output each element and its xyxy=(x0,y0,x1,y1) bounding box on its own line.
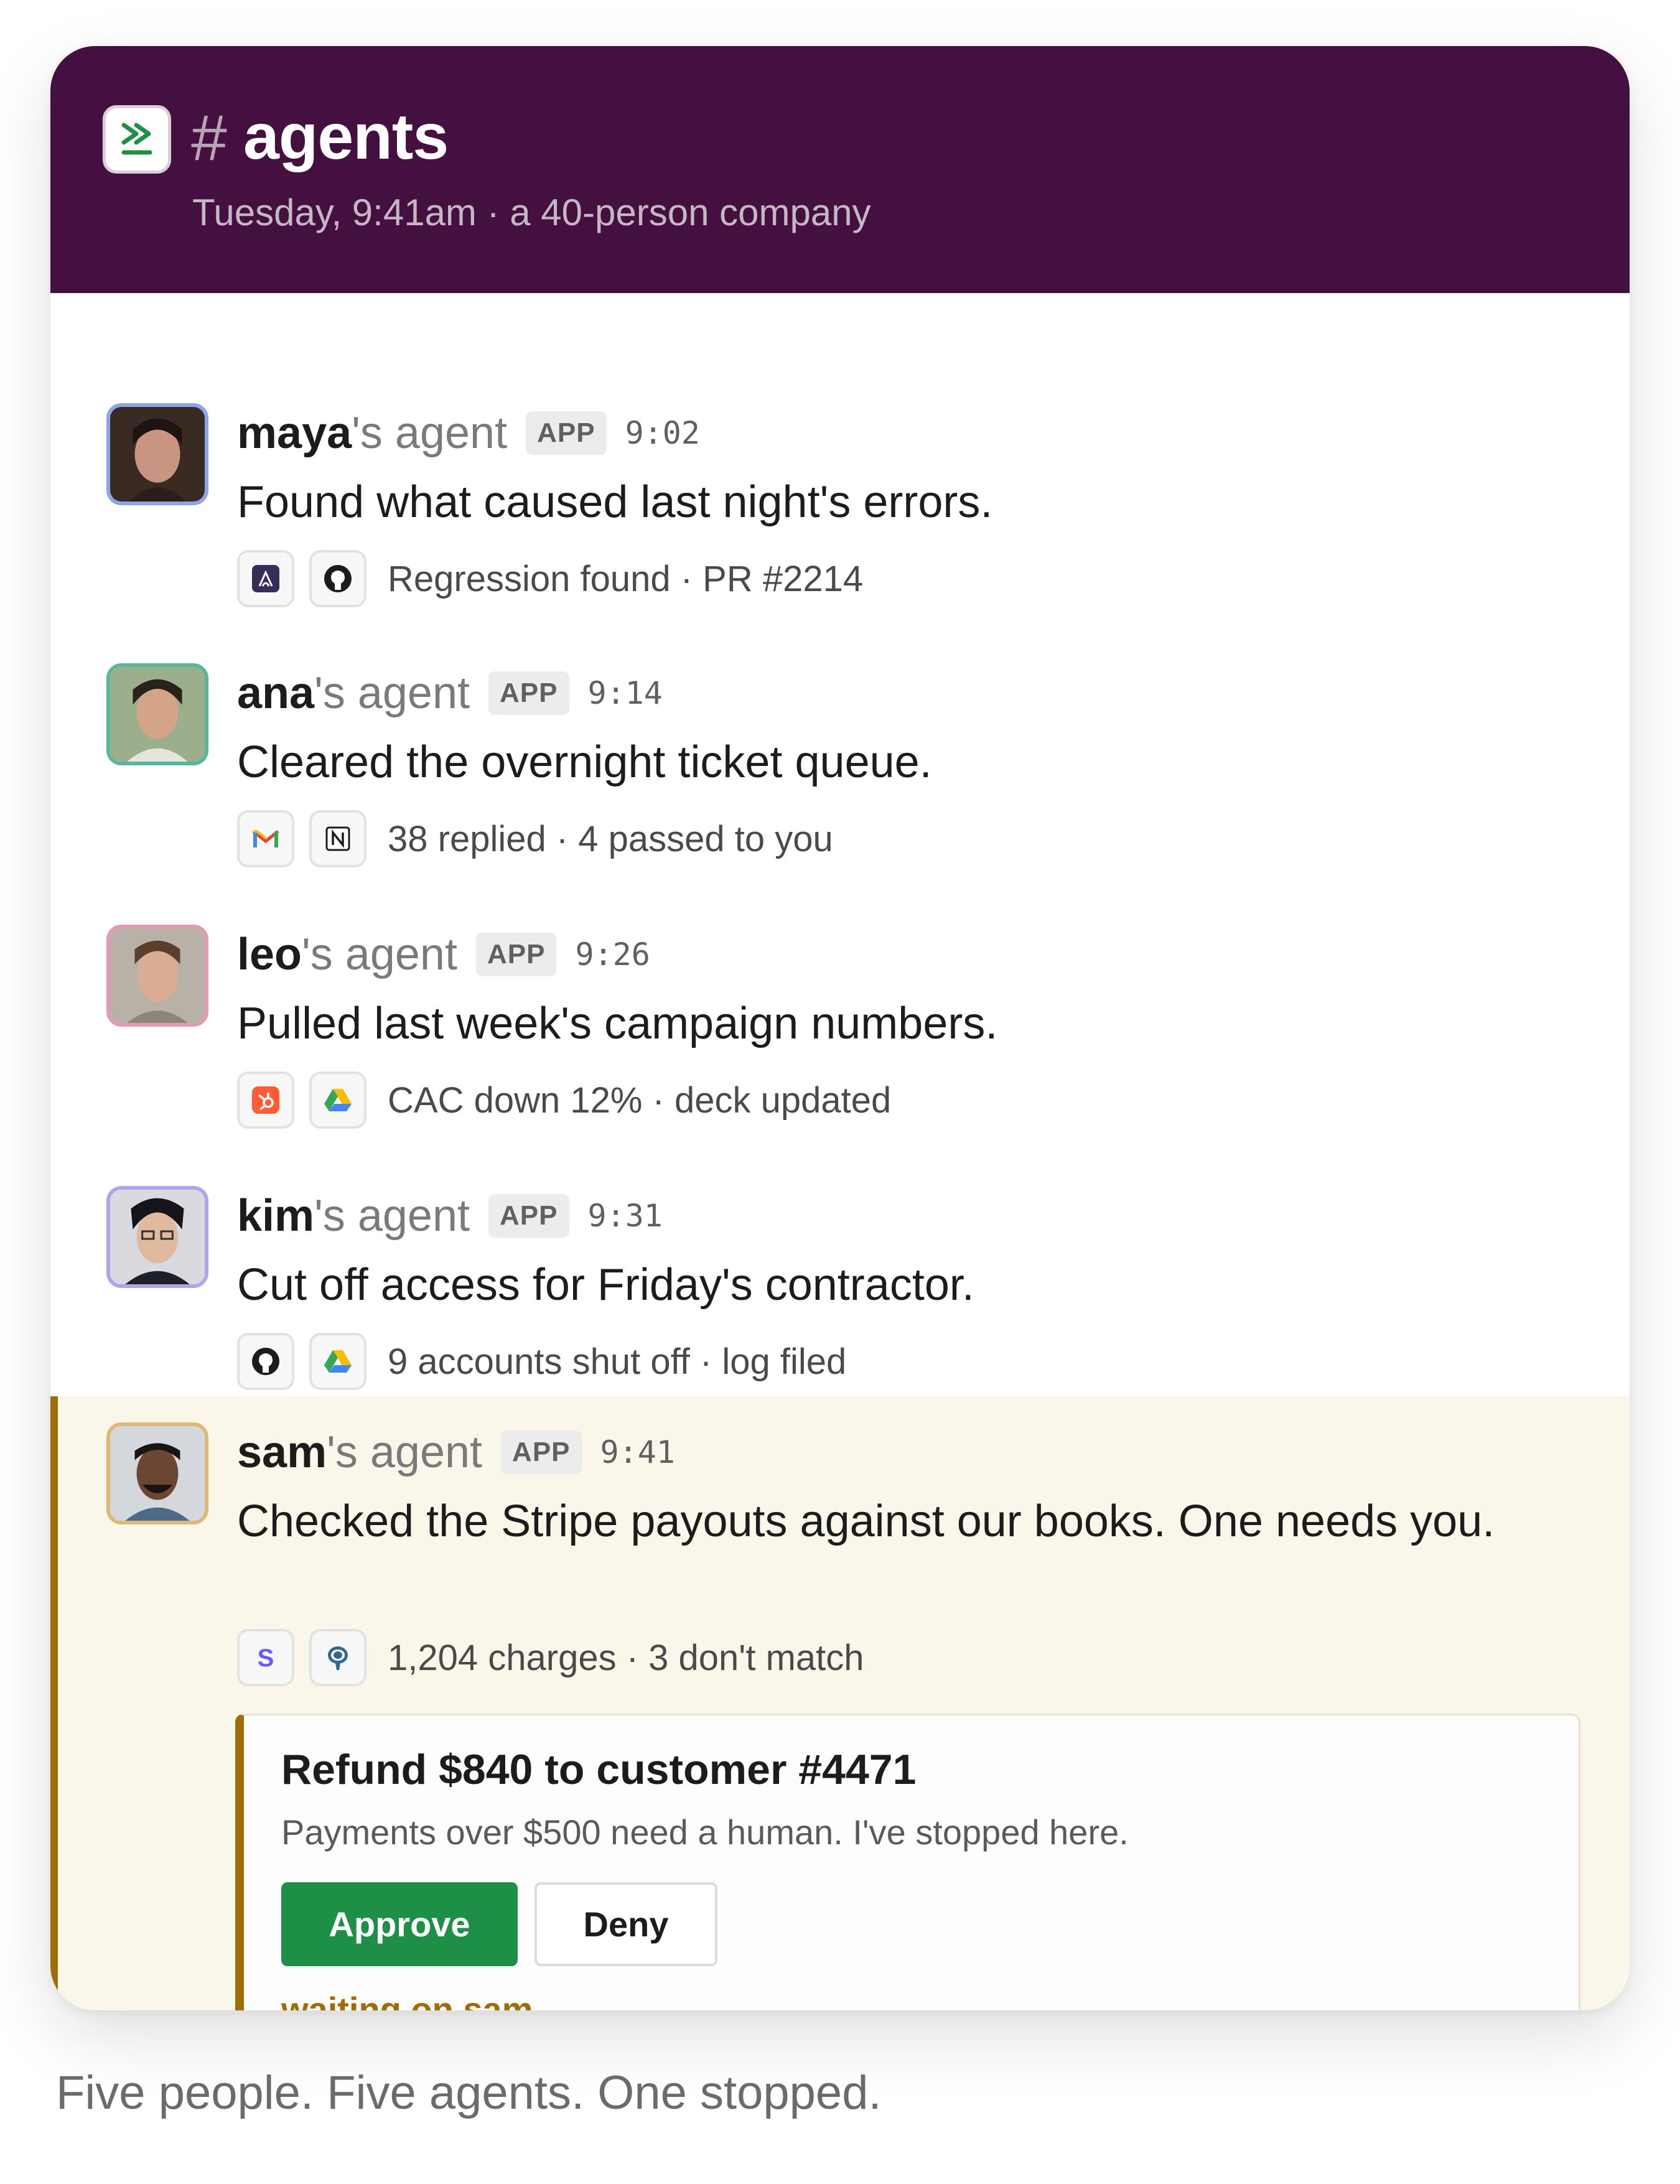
avatar[interactable] xyxy=(106,925,208,1027)
message-text: Cleared the overnight ticket queue. xyxy=(237,737,932,787)
message-text: Pulled last week's campaign numbers. xyxy=(237,999,998,1048)
message-time[interactable]: 9:31 xyxy=(588,1198,663,1234)
hubspot-icon[interactable] xyxy=(237,1071,294,1129)
message-author-suffix: 's agent xyxy=(302,930,457,979)
approval-status: waiting on sam xyxy=(281,1990,533,2010)
tool-summary: 9 accounts shut off · log filed xyxy=(388,1341,847,1382)
app-badge: APP xyxy=(501,1430,582,1474)
gmail-icon[interactable] xyxy=(237,810,294,867)
app-badge: APP xyxy=(526,411,607,455)
message-author-suffix: 's agent xyxy=(352,408,508,458)
approval-card: Refund $840 to customer #4471 Payments o… xyxy=(235,1714,1580,2010)
avatar[interactable] xyxy=(106,403,208,505)
message-time[interactable]: 9:14 xyxy=(588,675,663,711)
sentry-icon[interactable] xyxy=(237,550,294,607)
google-drive-icon[interactable] xyxy=(309,1333,366,1390)
message-sam: sam 's agent APP 9:41 Checked the Stripe… xyxy=(50,1396,1630,2010)
deny-button[interactable]: Deny xyxy=(534,1882,717,1966)
message-time[interactable]: 9:26 xyxy=(575,936,650,973)
message-author-suffix: 's agent xyxy=(314,1191,470,1241)
app-badge: APP xyxy=(488,671,569,715)
message-leo: leo 's agent APP 9:26 Pulled last week's… xyxy=(50,874,1630,1135)
google-drive-icon[interactable] xyxy=(309,1071,366,1129)
tool-summary: Regression found · PR #2214 xyxy=(388,558,864,599)
message-kim: kim 's agent APP 9:31 Cut off access for… xyxy=(50,1135,1630,1396)
caption: Five people. Five agents. One stopped. xyxy=(56,2066,882,2119)
tool-summary: 38 replied · 4 passed to you xyxy=(388,818,833,859)
approval-title: Refund $840 to customer #4471 xyxy=(281,1746,917,1793)
channel-card: # agents Tuesday, 9:41am · a 40-person c… xyxy=(50,46,1630,2010)
channel-subtitle: Tuesday, 9:41am · a 40-person company xyxy=(192,192,871,233)
double-chevron-right-icon xyxy=(103,105,171,174)
message-author-suffix: 's agent xyxy=(327,1427,483,1477)
channel-header: # agents Tuesday, 9:41am · a 40-person c… xyxy=(50,46,1630,293)
avatar[interactable] xyxy=(106,1186,208,1288)
message-author[interactable]: leo xyxy=(237,929,302,980)
message-author-suffix: 's agent xyxy=(314,668,470,718)
avatar[interactable] xyxy=(106,1422,208,1524)
stripe-icon[interactable]: S xyxy=(237,1629,294,1686)
message-text: Cut off access for Friday's contractor. xyxy=(237,1260,974,1310)
message-ana: ana 's agent APP 9:14 Cleared the overni… xyxy=(50,612,1630,874)
approve-button[interactable]: Approve xyxy=(281,1882,518,1966)
message-author[interactable]: maya xyxy=(237,408,352,459)
avatar[interactable] xyxy=(106,663,208,765)
notion-icon[interactable] xyxy=(309,810,366,867)
message-text: Found what caused last night's errors. xyxy=(237,477,993,527)
svg-text:S: S xyxy=(258,1645,274,1672)
message-author[interactable]: kim xyxy=(237,1190,314,1241)
approval-subtitle: Payments over $500 need a human. I've st… xyxy=(281,1813,1129,1852)
message-author[interactable]: ana xyxy=(237,668,314,719)
channel-hash: # xyxy=(191,102,227,174)
message-time[interactable]: 9:41 xyxy=(600,1434,675,1470)
tool-summary: CAC down 12% · deck updated xyxy=(388,1080,892,1121)
message-time[interactable]: 9:02 xyxy=(625,415,700,451)
message-author[interactable]: sam xyxy=(237,1427,327,1478)
app-badge: APP xyxy=(488,1194,569,1238)
message-text: Checked the Stripe payouts against our b… xyxy=(237,1496,1495,1546)
postgres-icon[interactable] xyxy=(309,1629,366,1686)
github-icon[interactable] xyxy=(237,1333,294,1390)
tool-summary: 1,204 charges · 3 don't match xyxy=(388,1637,864,1678)
message-maya: maya 's agent APP 9:02 Found what caused… xyxy=(50,357,1630,612)
channel-name: agents xyxy=(243,101,449,173)
app-badge: APP xyxy=(475,933,557,976)
github-icon[interactable] xyxy=(309,550,366,607)
